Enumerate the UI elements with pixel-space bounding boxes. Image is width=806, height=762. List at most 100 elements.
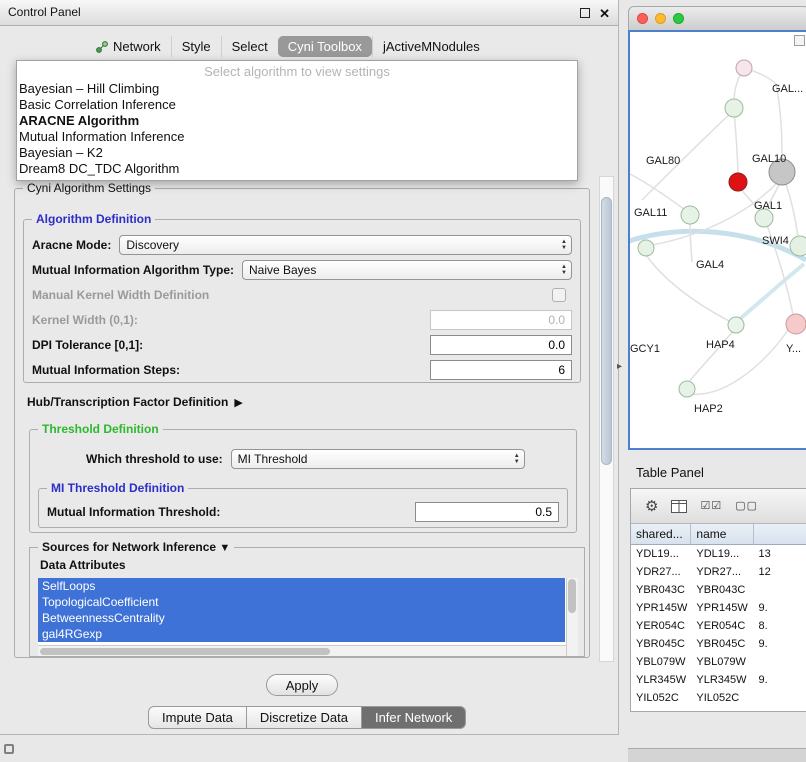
sources-group: Sources for Network Inference ▼ Data Att… <box>29 547 585 657</box>
tab-impute-data[interactable]: Impute Data <box>148 706 247 729</box>
attribute-item-selected[interactable]: BetweennessCentrality <box>38 610 565 626</box>
which-threshold-select[interactable]: MI Threshold ▲ ▼ <box>231 449 525 469</box>
algorithm-option[interactable]: Bayesian – K2 <box>17 145 577 161</box>
collapse-down-icon[interactable]: ▼ <box>219 542 230 554</box>
column-header-shared-name[interactable]: shared... <box>631 524 691 545</box>
dpi-tolerance-field[interactable] <box>430 335 572 355</box>
select-all-checkboxes-icon[interactable]: ☑☑ <box>700 500 722 512</box>
list-horizontal-scrollbar[interactable] <box>38 645 566 656</box>
settings-scroll-viewport: Cyni Algorithm Settings Algorithm Defini… <box>12 176 614 662</box>
table-row[interactable]: YER054C YER054C 8. <box>631 617 806 635</box>
column-header-name[interactable]: name <box>691 524 753 545</box>
expand-right-icon[interactable]: ▶ <box>234 396 242 409</box>
node-label: GAL10 <box>752 153 786 165</box>
network-graph[interactable]: GAL... GAL80 GAL10 GAL11 GAL1 SWI4 GAL4 … <box>630 32 806 448</box>
list-vertical-scrollbar[interactable] <box>566 578 578 656</box>
settings-vertical-scrollbar[interactable] <box>599 176 614 662</box>
column-header-partial[interactable] <box>754 524 806 545</box>
cell: 9. <box>754 599 806 617</box>
network-node[interactable] <box>728 317 744 333</box>
network-node-highlighted[interactable] <box>729 173 747 191</box>
algorithm-option[interactable]: Mutual Information Inference <box>17 129 577 145</box>
scrollbar-thumb[interactable] <box>601 197 612 465</box>
tab-discretize-data[interactable]: Discretize Data <box>247 706 362 729</box>
canvas-scroll-button[interactable] <box>794 35 805 46</box>
mi-threshold-definition-group: MI Threshold Definition Mutual Informati… <box>38 488 568 528</box>
tab-infer-network[interactable]: Infer Network <box>362 706 466 729</box>
tab-jactivemnodules[interactable]: jActiveMNodules <box>372 36 490 57</box>
table-row[interactable]: YDR27... YDR27... 12 <box>631 563 806 581</box>
minimize-traffic-button[interactable] <box>655 13 666 24</box>
close-traffic-button[interactable] <box>637 13 648 24</box>
table-row[interactable]: YIL052C YIL052C <box>631 689 806 707</box>
cell: YLR345W <box>691 671 753 689</box>
network-node[interactable] <box>725 99 743 117</box>
cyni-algorithm-settings-group: Cyni Algorithm Settings Algorithm Defini… <box>14 188 590 658</box>
algorithm-option[interactable]: Dream8 DC_TDC Algorithm <box>17 161 577 177</box>
mi-type-select[interactable]: Naive Bayes ▲ ▼ <box>242 260 572 280</box>
clear-all-checkboxes-icon[interactable]: ▢▢ <box>735 500 758 512</box>
manual-kernel-checkbox[interactable] <box>552 288 566 302</box>
table-row[interactable]: YLR345W YLR345W 9. <box>631 671 806 689</box>
mi-threshold-label: Mutual Information Threshold: <box>47 505 220 519</box>
table-row[interactable]: YDL19... YDL19... 13 <box>631 545 806 563</box>
threshold-definition-group: Threshold Definition Which threshold to … <box>29 429 577 533</box>
cell: YPR145W <box>631 599 691 617</box>
network-node[interactable] <box>638 240 654 256</box>
dpi-tolerance-label: DPI Tolerance [0,1]: <box>32 338 143 352</box>
tab-select[interactable]: Select <box>221 36 278 57</box>
algorithm-option-selected[interactable]: ARACNE Algorithm <box>17 113 577 129</box>
node-label: GAL80 <box>646 155 680 167</box>
columns-icon[interactable] <box>671 500 687 513</box>
control-panel-tabs: Network Style Select Cyni Toolbox jActiv… <box>86 36 490 57</box>
network-node[interactable] <box>786 314 806 334</box>
table-row[interactable]: YBL079W YBL079W <box>631 653 806 671</box>
network-node[interactable] <box>679 381 695 397</box>
table-row[interactable]: YBR043C YBR043C <box>631 581 806 599</box>
cell: YER054C <box>691 617 753 635</box>
stepper-icon: ▲ ▼ <box>514 453 520 465</box>
scrollbar-thumb[interactable] <box>40 648 330 655</box>
cell: YIL052C <box>631 689 691 707</box>
mi-threshold-field[interactable] <box>415 502 559 522</box>
tab-cyni-toolbox[interactable]: Cyni Toolbox <box>278 36 372 57</box>
attribute-item-selected[interactable]: gal4RGexp <box>38 626 565 642</box>
table-row[interactable]: YBR045C YBR045C 9. <box>631 635 806 653</box>
table-row[interactable]: YPR145W YPR145W 9. <box>631 599 806 617</box>
attribute-item-selected[interactable]: TopologicalCoefficient <box>38 594 565 610</box>
cell <box>754 581 806 599</box>
attribute-item-selected[interactable]: SelfLoops <box>38 578 565 594</box>
stepper-icon: ▲ ▼ <box>561 239 567 251</box>
kernel-width-label: Kernel Width (0,1): <box>32 313 138 327</box>
scrollbar-thumb[interactable] <box>568 579 576 613</box>
aracne-mode-select[interactable]: Discovery ▲ ▼ <box>119 235 572 255</box>
close-icon[interactable]: ✕ <box>599 7 610 20</box>
algorithm-option[interactable]: Bayesian – Hill Climbing <box>17 81 577 97</box>
network-node[interactable] <box>790 236 806 256</box>
network-node[interactable] <box>736 60 752 76</box>
panel-splitter-handle[interactable]: ▸ <box>617 362 622 372</box>
mi-steps-field[interactable] <box>430 360 572 380</box>
network-icon <box>96 41 108 53</box>
hub-transcription-section[interactable]: Hub/Transcription Factor Definition ▶ <box>27 395 243 409</box>
collapsed-panel-icon[interactable] <box>4 744 14 754</box>
tab-network[interactable]: Network <box>86 36 171 57</box>
data-attributes-list[interactable]: SelfLoops TopologicalCoefficient Between… <box>38 578 578 656</box>
spin-down-icon: ▼ <box>561 270 567 276</box>
window-title: Control Panel <box>8 5 81 19</box>
manual-kernel-label: Manual Kernel Width Definition <box>32 288 209 302</box>
kernel-width-field[interactable] <box>430 310 572 330</box>
cell: YDL19... <box>631 545 691 563</box>
control-panel-window: Control Panel ✕ Network Style Select Cyn… <box>0 0 619 735</box>
apply-button[interactable]: Apply <box>266 674 338 696</box>
bottom-tabs: Impute Data Discretize Data Infer Networ… <box>148 706 466 729</box>
network-canvas[interactable]: GAL... GAL80 GAL10 GAL11 GAL1 SWI4 GAL4 … <box>628 30 806 450</box>
network-node[interactable] <box>681 206 699 224</box>
zoom-traffic-button[interactable] <box>673 13 684 24</box>
tab-style[interactable]: Style <box>171 36 221 57</box>
float-window-icon[interactable] <box>580 8 590 18</box>
network-window-titlebar[interactable] <box>628 6 806 30</box>
gear-icon[interactable]: ⚙ <box>645 499 658 514</box>
sources-title[interactable]: Sources for Network Inference ▼ <box>38 540 234 554</box>
algorithm-option[interactable]: Basic Correlation Inference <box>17 97 577 113</box>
